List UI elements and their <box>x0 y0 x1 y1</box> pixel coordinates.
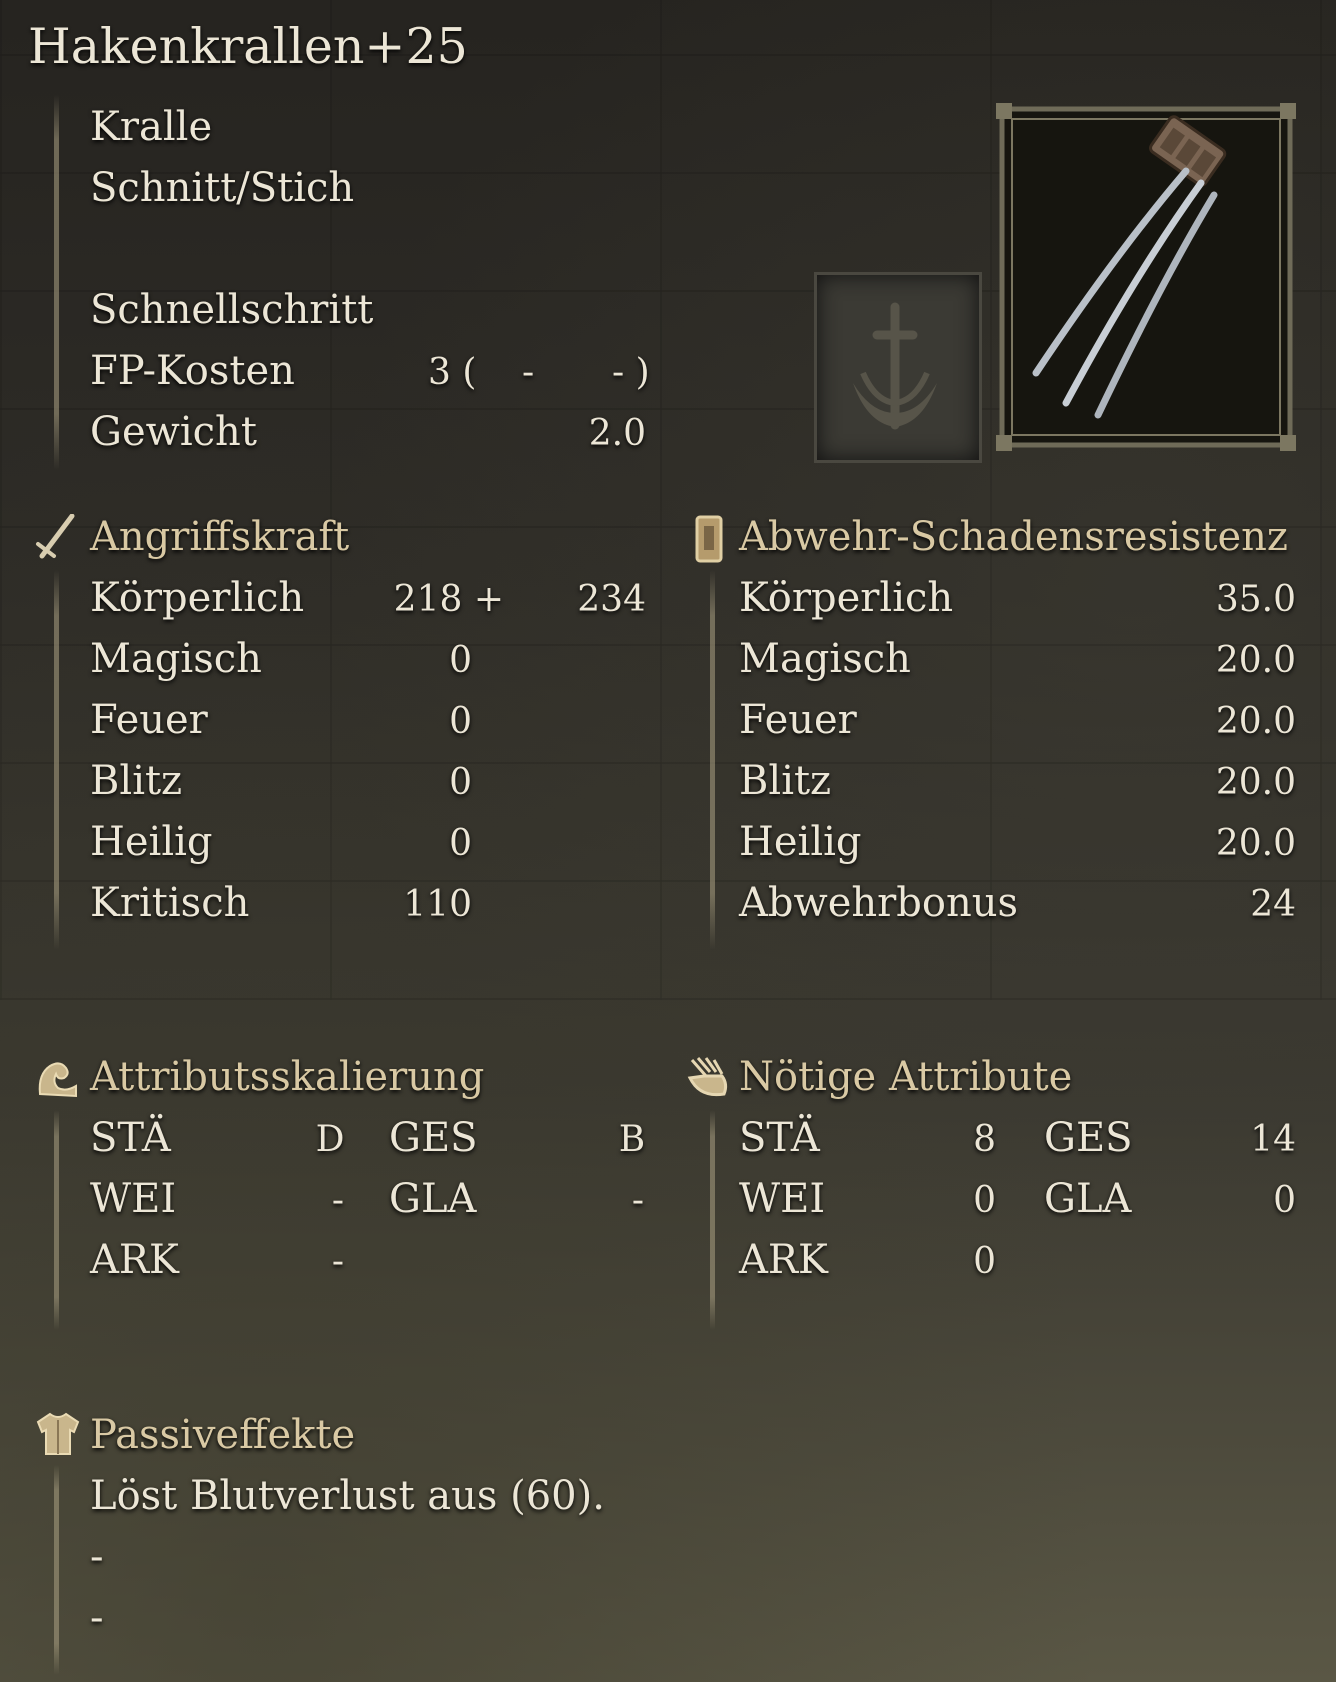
passive-section-title: Passiveffekte <box>90 1412 356 1458</box>
defense-section-title: Abwehr-Schadensresistenz <box>739 514 1289 560</box>
defense-value-magic: 20.0 <box>1215 640 1296 681</box>
item-title: Hakenkrallen+25 <box>28 18 468 75</box>
flexed-arm-icon <box>34 1054 80 1100</box>
defense-value-fire: 20.0 <box>1215 701 1296 742</box>
sword-icon <box>34 513 76 562</box>
defense-label-fire: Feuer <box>739 697 857 743</box>
fp-cost-value: 3 ( <box>428 352 477 393</box>
scaling-str-label: STÄ <box>90 1115 171 1161</box>
fp-cost-dash: - <box>522 352 535 393</box>
scaling-dex-label: GES <box>389 1115 478 1161</box>
scaling-dex-value: B <box>618 1119 646 1160</box>
defense-divider <box>710 570 715 950</box>
scaling-divider <box>54 1110 59 1330</box>
weapon-type: Kralle <box>90 104 213 150</box>
req-int-value: 0 <box>973 1180 996 1221</box>
requirements-section-title: Nötige Attribute <box>739 1054 1073 1100</box>
attack-divider <box>54 570 59 950</box>
req-fai-value: 0 <box>1273 1180 1296 1221</box>
req-dex-value: 14 <box>1250 1119 1296 1160</box>
req-int-label: WEI <box>739 1176 826 1222</box>
attack-value-fire: 0 <box>449 701 472 742</box>
passive-effect-1: Löst Blutverlust aus (60). <box>90 1473 605 1519</box>
req-str-label: STÄ <box>739 1115 820 1161</box>
scaling-arc-value: - <box>331 1241 345 1282</box>
sword-affinity-icon <box>814 272 982 463</box>
req-dex-label: GES <box>1044 1115 1133 1161</box>
attack-label-fire: Feuer <box>90 697 208 743</box>
attack-label-holy: Heilig <box>90 819 213 865</box>
info-divider <box>54 95 59 470</box>
scaling-int-value: - <box>331 1180 345 1221</box>
attack-bonus-physical: 234 <box>577 579 646 620</box>
weight-label: Gewicht <box>90 409 257 455</box>
scaling-section-title: Attributsskalierung <box>90 1054 485 1100</box>
defense-label-physical: Körperlich <box>739 575 954 621</box>
defense-value-physical: 35.0 <box>1215 579 1296 620</box>
claw-weapon-image <box>996 103 1296 451</box>
requirements-divider <box>710 1110 715 1330</box>
req-arc-label: ARK <box>739 1237 828 1283</box>
defense-label-guard-boost: Abwehrbonus <box>739 880 1019 926</box>
attack-label-physical: Körperlich <box>90 575 305 621</box>
attack-value-holy: 0 <box>449 823 472 864</box>
defense-value-holy: 20.0 <box>1215 823 1296 864</box>
passive-effect-3: - <box>90 1595 104 1641</box>
fp-cost-label: FP-Kosten <box>90 348 295 394</box>
scaling-str-value: D <box>315 1119 345 1160</box>
defense-label-magic: Magisch <box>739 636 911 682</box>
armor-icon <box>34 1410 82 1458</box>
defense-value-lightning: 20.0 <box>1215 762 1296 803</box>
attack-label-lightning: Blitz <box>90 758 183 804</box>
hand-icon <box>686 1054 730 1100</box>
fp-cost-dash-close: - ) <box>612 352 650 393</box>
attack-label-critical: Kritisch <box>90 880 250 926</box>
scaling-int-label: WEI <box>90 1176 177 1222</box>
defense-value-guard-boost: 24 <box>1250 884 1296 925</box>
shield-icon <box>694 514 724 564</box>
attack-section-title: Angriffskraft <box>90 514 350 560</box>
req-fai-label: GLA <box>1044 1176 1132 1222</box>
scaling-arc-label: ARK <box>90 1237 179 1283</box>
weight-value: 2.0 <box>588 413 646 454</box>
scaling-fai-label: GLA <box>389 1176 477 1222</box>
attack-value-lightning: 0 <box>449 762 472 803</box>
req-arc-value: 0 <box>973 1241 996 1282</box>
scaling-fai-value: - <box>631 1180 645 1221</box>
damage-type: Schnitt/Stich <box>90 165 355 211</box>
attack-value-critical: 110 <box>403 884 472 925</box>
passive-divider <box>54 1465 59 1675</box>
defense-label-holy: Heilig <box>739 819 862 865</box>
defense-label-lightning: Blitz <box>739 758 832 804</box>
req-str-value: 8 <box>973 1119 996 1160</box>
passive-effect-2: - <box>90 1534 104 1580</box>
attack-label-magic: Magisch <box>90 636 262 682</box>
weapon-skill: Schnellschritt <box>90 287 374 333</box>
attack-value-physical: 218 + <box>393 579 504 620</box>
attack-value-magic: 0 <box>449 640 472 681</box>
